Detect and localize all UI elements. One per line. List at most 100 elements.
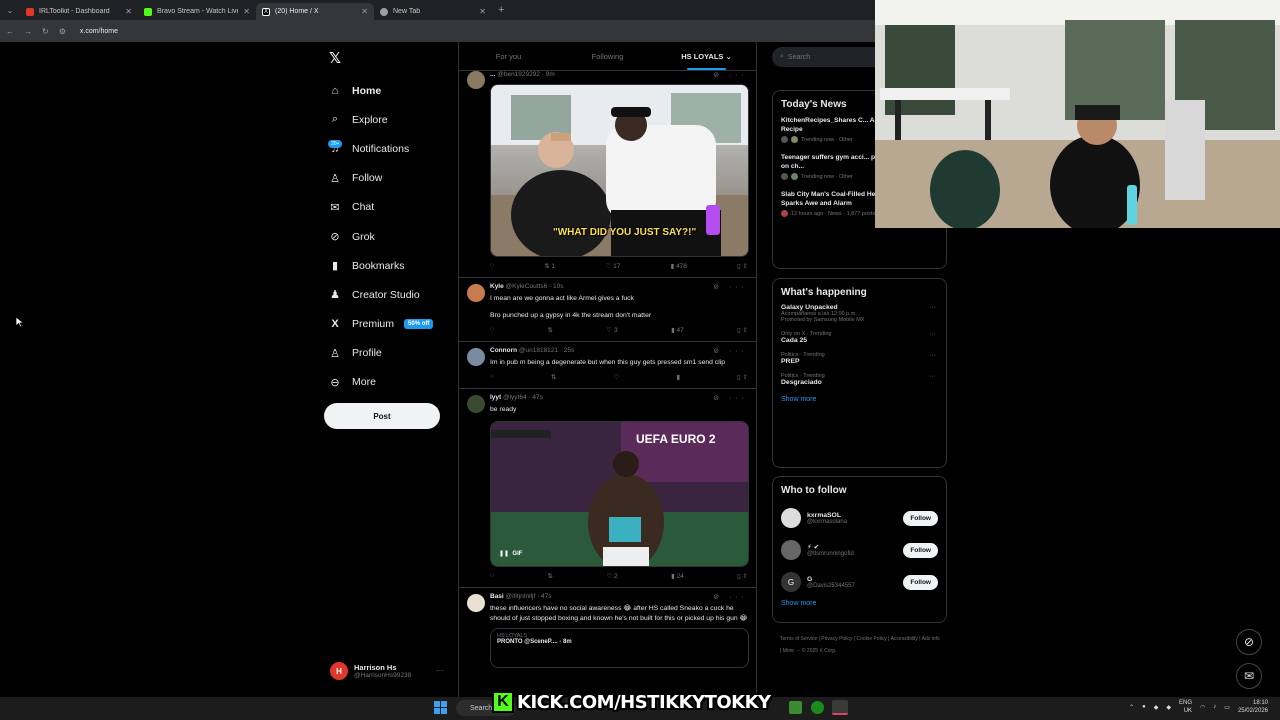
retweet-icon[interactable]: ⇅ 1 xyxy=(544,262,555,272)
follow-suggestion[interactable]: G G @Davis25344557 Follow xyxy=(781,566,938,598)
chevron-up-icon[interactable]: ⌃ xyxy=(1129,704,1134,711)
minecraft-app-icon[interactable] xyxy=(789,701,802,714)
close-icon[interactable]: ✕ xyxy=(479,7,486,16)
tweet-menu-icon[interactable]: ⊘ ··· xyxy=(713,394,748,402)
wifi-icon[interactable]: ◠ xyxy=(1200,704,1205,711)
more-dots-icon[interactable]: ··· xyxy=(929,373,936,380)
views-icon[interactable]: ▮ xyxy=(676,373,680,383)
more-dots-icon[interactable]: ··· xyxy=(929,304,936,311)
nav-item-notifications[interactable]: ♫ 20+ Notifications xyxy=(328,134,458,163)
account-switcher[interactable]: H Harrison Hs @HarrisonHs99238 ··· xyxy=(330,662,450,680)
views-icon[interactable]: ▮ 24 xyxy=(671,572,684,582)
battery-icon[interactable]: ▭ xyxy=(1224,704,1230,711)
tweet-gif[interactable]: UEFA EURO 2 ❚❚ GIF xyxy=(490,421,749,567)
nav-item-premium[interactable]: X Premium 50% off xyxy=(328,310,458,339)
mic-icon[interactable]: ● xyxy=(1142,704,1146,710)
nav-item-home[interactable]: ⌂ Home xyxy=(328,76,458,105)
tweet-menu-icon[interactable]: ⊘ ··· xyxy=(713,593,748,601)
close-icon[interactable]: ✕ xyxy=(243,7,250,16)
trend-item[interactable]: Politics · Trending Desgraciado ··· xyxy=(781,373,938,386)
quote-tweet[interactable]: HS LOYALS PRONTO @SceneP.... · 8m xyxy=(490,628,749,668)
tab-x-home[interactable]: X (20) Home / X ✕ xyxy=(256,3,374,20)
tab-bravo-stream[interactable]: Bravo Stream - Watch Live on ✕ xyxy=(138,3,256,20)
tweet[interactable]: Basi @ifitjntnlljf · 47s ⊘ ··· these inf… xyxy=(459,588,756,673)
tray-app-icon[interactable]: ◆ xyxy=(1166,704,1171,711)
like-icon[interactable]: ♡ 17 xyxy=(605,262,620,272)
like-icon[interactable]: ♡ 2 xyxy=(606,572,617,582)
tab-hs-loyals[interactable]: HS LOYALS ⌄ xyxy=(657,42,756,70)
more-dots-icon[interactable]: ··· xyxy=(929,331,936,338)
nav-item-explore[interactable]: ⌕ Explore xyxy=(328,105,458,134)
reply-icon[interactable]: ○ xyxy=(490,373,494,383)
tab-new-tab[interactable]: New Tab ✕ xyxy=(374,3,492,20)
xbox-app-icon[interactable] xyxy=(811,701,824,714)
show-more-link[interactable]: Show more xyxy=(781,396,938,403)
more-dots-icon[interactable]: ··· xyxy=(929,352,936,359)
windows-start-icon[interactable] xyxy=(434,701,447,714)
trend-item[interactable]: Only on X · Trending Cada 25 ··· xyxy=(781,331,938,344)
follow-button[interactable]: Follow xyxy=(903,574,938,590)
bookmark-share-icon[interactable]: ▯ ⇧ xyxy=(737,373,748,383)
volume-icon[interactable]: ♪ xyxy=(1213,704,1216,710)
x-logo-icon[interactable]: 𝕏 xyxy=(329,49,341,67)
search-input[interactable]: ⌕ Search xyxy=(772,47,875,67)
trend-item[interactable]: Politics · Trending PREP ··· xyxy=(781,352,938,365)
more-dots-icon[interactable]: ··· xyxy=(436,666,444,675)
tweet[interactable]: ... @ben1929292 · 9m ⊘ ··· "WHAT DID YOU… xyxy=(459,71,756,278)
follow-suggestion[interactable]: kxrmaSOL @kxrmasolana Follow xyxy=(781,502,938,534)
nav-item-follow[interactable]: ♙ Follow xyxy=(328,164,458,193)
new-tab-plus-icon[interactable]: + xyxy=(498,4,504,16)
post-button[interactable]: Post xyxy=(324,403,440,429)
tweet-video[interactable]: "WHAT DID YOU JUST SAY?!" xyxy=(490,84,749,257)
show-more-link[interactable]: Show more xyxy=(781,600,938,607)
retweet-icon[interactable]: ⇅ xyxy=(547,572,552,582)
nav-item-bookmarks[interactable]: ▮ Bookmarks xyxy=(328,251,458,280)
nav-item-more[interactable]: ⊖ More xyxy=(328,368,458,397)
retweet-icon[interactable]: ⇅ xyxy=(551,373,556,383)
tweet[interactable]: Iyyt @lyyt64 · 47s ⊘ ··· be ready UEFA E… xyxy=(459,389,756,588)
forward-arrow-icon[interactable]: → xyxy=(24,27,32,36)
follow-suggestion[interactable]: ⚡ ✔ @tlsmrunningofid Follow xyxy=(781,534,938,566)
pause-icon[interactable]: ❚❚ xyxy=(499,551,509,557)
tray-app-icon[interactable]: ◆ xyxy=(1154,704,1159,711)
views-icon[interactable]: ▮ 47 xyxy=(671,326,684,336)
clock[interactable]: 18:10 25/02/2026 xyxy=(1238,699,1268,715)
nav-item-creator-studio[interactable]: ♟ Creator Studio xyxy=(328,280,458,309)
bookmark-share-icon[interactable]: ▯ ⇧ xyxy=(737,572,748,582)
close-icon[interactable]: ✕ xyxy=(125,7,132,16)
language-indicator[interactable]: ENG UK xyxy=(1179,699,1192,715)
nav-item-chat[interactable]: ✉ Chat xyxy=(328,193,458,222)
follow-button[interactable]: Follow xyxy=(903,510,938,526)
active-app-icon[interactable] xyxy=(832,700,848,715)
messages-fab-icon[interactable]: ✉ xyxy=(1236,663,1262,689)
footer-links[interactable]: Terms of Service | Privacy Policy | Cook… xyxy=(780,633,940,657)
reply-icon[interactable]: ○ xyxy=(490,572,494,582)
site-info-icon[interactable]: ⚙ xyxy=(59,27,66,36)
url-field[interactable]: x.com/home xyxy=(80,28,118,35)
bookmark-share-icon[interactable]: ▯ ⇧ xyxy=(737,326,748,336)
views-icon[interactable]: ▮ 478 xyxy=(671,262,687,272)
tweet-menu-icon[interactable]: ⊘ ··· xyxy=(713,283,748,291)
trend-item[interactable]: Galaxy Unpacked Acompáñanos a las 12:00 … xyxy=(781,304,938,323)
tab-following[interactable]: Following xyxy=(558,42,657,70)
tweet-menu-icon[interactable]: ⊘ ··· xyxy=(713,347,748,355)
grok-fab-icon[interactable]: ⊘ xyxy=(1236,629,1262,655)
tab-irltoolkit[interactable]: IRLToolkit - Dashboard ✕ xyxy=(20,3,138,20)
tweet-menu-icon[interactable]: ⊘ ··· xyxy=(713,71,748,79)
reply-icon[interactable]: ○ xyxy=(490,262,494,272)
bookmark-share-icon[interactable]: ▯ ⇧ xyxy=(737,262,748,272)
nav-item-grok[interactable]: ⊘ Grok xyxy=(328,222,458,251)
reply-icon[interactable]: ○ xyxy=(490,326,494,336)
tweet[interactable]: Kyle @KyleCoutts6 · 10s ⊘ ··· I mean are… xyxy=(459,278,756,342)
follow-button[interactable]: Follow xyxy=(903,542,938,558)
like-icon[interactable]: ♡ xyxy=(614,373,620,383)
back-arrow-icon[interactable]: ← xyxy=(6,27,14,36)
tab-for-you[interactable]: For you xyxy=(459,42,558,70)
retweet-icon[interactable]: ⇅ xyxy=(547,326,552,336)
nav-item-profile[interactable]: ♙ Profile xyxy=(328,339,458,368)
reload-icon[interactable]: ↻ xyxy=(42,27,49,36)
tab-search-icon[interactable]: ⌄ xyxy=(0,0,20,20)
like-icon[interactable]: ♡ 3 xyxy=(606,326,617,336)
tweet[interactable]: Connorn @un1818121 · 25s ⊘ ··· Im in pub… xyxy=(459,342,756,389)
close-icon[interactable]: ✕ xyxy=(361,7,368,16)
